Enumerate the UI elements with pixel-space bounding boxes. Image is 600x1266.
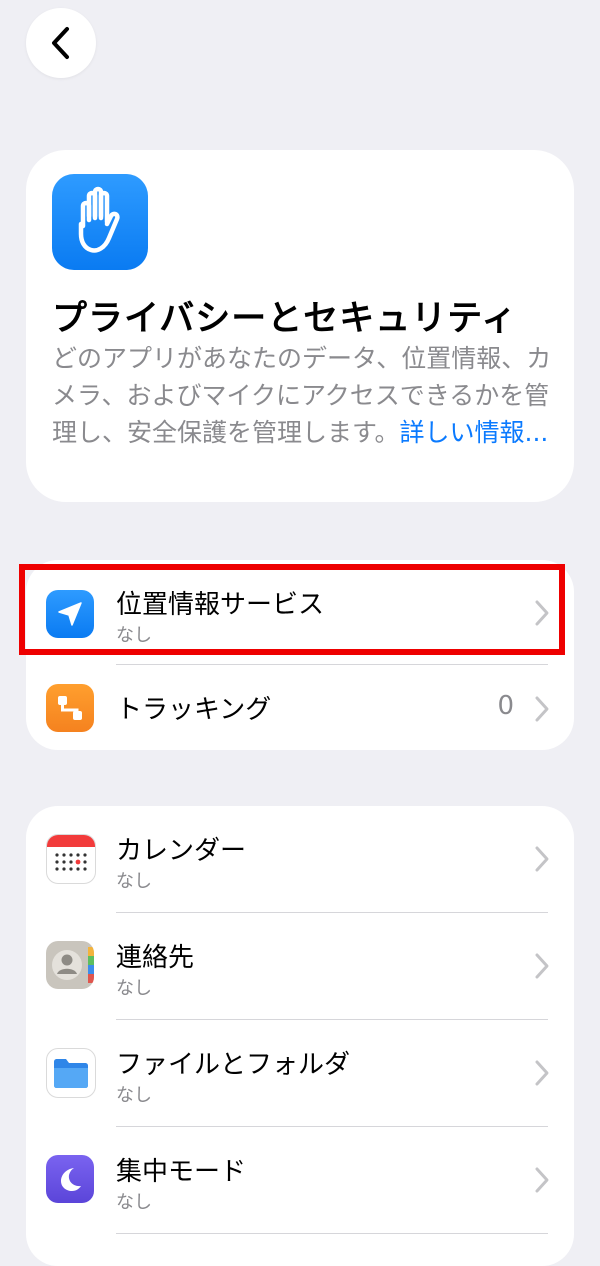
divider (116, 1233, 548, 1234)
learn-more-link[interactable]: 詳しい情報... (400, 418, 549, 447)
row-title: 集中モード (116, 1157, 247, 1187)
back-button[interactable] (26, 8, 96, 78)
privacy-header-card: プライバシーとセキュリティ どのアプリがあなたのデータ、位置情報、カメラ、および… (26, 150, 574, 502)
row-title: カレンダー (116, 836, 247, 866)
chevron-right-icon (535, 696, 549, 722)
folder-icon (46, 1048, 96, 1098)
chevron-right-icon (535, 1167, 549, 1193)
list-item-files-and-folders[interactable]: ファイルとフォルダ なし (26, 1020, 574, 1126)
row-subtitle: なし (116, 1085, 152, 1106)
chevron-right-icon (535, 953, 549, 979)
chevron-right-icon (535, 846, 549, 872)
row-title: 連絡先 (116, 943, 195, 973)
list-item-calendar[interactable]: カレンダー なし (26, 806, 574, 912)
list-item-focus[interactable]: 集中モード なし (26, 1127, 574, 1233)
row-title: ファイルとフォルダ (116, 1050, 351, 1080)
page-title: プライバシーとセキュリティ (52, 299, 518, 339)
highlight-box (19, 564, 565, 655)
contacts-icon (46, 941, 94, 989)
tracking-count: 0 (497, 691, 514, 721)
list-item-tracking[interactable]: トラッキング 0 (26, 665, 574, 750)
settings-group-apps: カレンダー なし 連絡先 なし ファイルとフォルダ なし 集中モード なし (26, 806, 574, 1266)
row-subtitle: なし (116, 1192, 152, 1213)
moon-icon (46, 1155, 94, 1203)
row-subtitle: なし (116, 871, 152, 892)
page-description: どのアプリがあなたのデータ、位置情報、カメラ、およびマイクにアクセスできるかを管… (52, 340, 552, 451)
row-title: トラッキング (116, 695, 272, 725)
calendar-icon (46, 834, 96, 884)
tracking-icon (46, 684, 94, 732)
hand-icon (52, 174, 148, 270)
chevron-left-icon (52, 27, 69, 59)
row-subtitle: なし (116, 978, 152, 999)
chevron-right-icon (535, 1060, 549, 1086)
list-item-contacts[interactable]: 連絡先 なし (26, 913, 574, 1019)
